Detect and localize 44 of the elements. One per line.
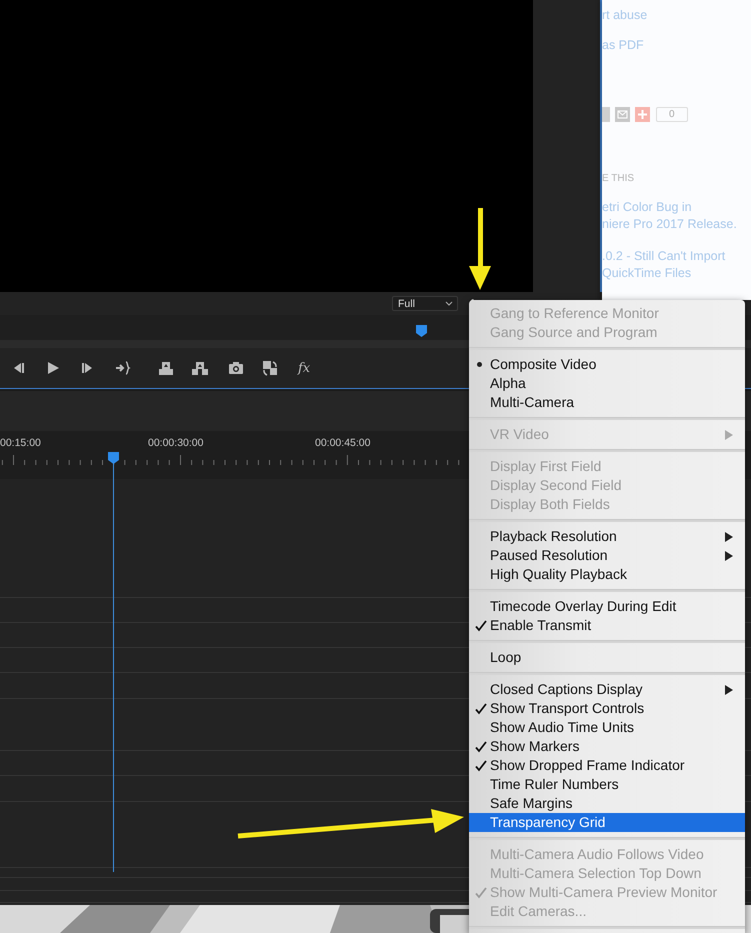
timecode-label: 00:00:30:00 <box>148 437 204 449</box>
extract-icon[interactable] <box>192 360 208 376</box>
menu-item[interactable]: Time Ruler Numbers <box>469 775 745 794</box>
menu-item[interactable]: Show Audio Time Units <box>469 718 745 737</box>
submenu-arrow-icon <box>725 685 733 695</box>
camera-icon[interactable] <box>228 360 244 376</box>
menu-item: Display Both Fields <box>489 495 611 514</box>
timecode-label: 00:00:45:00 <box>315 437 370 449</box>
lift-icon[interactable] <box>158 360 174 376</box>
menu-item: Display First Field <box>489 457 602 476</box>
menu-item[interactable]: Show Dropped Frame Indicator <box>469 756 745 775</box>
submenu-arrow-icon <box>725 430 733 440</box>
menu-item[interactable]: Paused Resolution <box>469 546 745 565</box>
playhead-marker[interactable] <box>416 325 427 337</box>
fx-button[interactable]: fx <box>298 360 310 376</box>
share-count: 0 <box>656 107 688 122</box>
menu-item[interactable]: Safe Margins <box>469 794 745 813</box>
compare-icon[interactable] <box>262 360 278 376</box>
menu-item[interactable]: Transparency Grid <box>469 813 745 832</box>
menu-item[interactable]: Show Transport Controls <box>469 699 745 718</box>
menu-item[interactable]: Playback Resolution <box>469 527 745 546</box>
menu-item: Gang to Reference Monitor <box>489 304 660 323</box>
menu-item: Display Second Field <box>489 476 623 495</box>
menu-item[interactable]: Timecode Overlay During Edit <box>469 597 745 616</box>
menu-item[interactable]: Enable Transmit <box>469 616 745 635</box>
go-to-out-icon[interactable] <box>115 360 131 376</box>
playhead[interactable] <box>107 452 120 872</box>
menu-item: Multi-Camera Audio Follows Video <box>489 845 705 864</box>
menu-item: Show Multi-Camera Preview Monitor <box>469 883 745 902</box>
menu-item[interactable]: Alpha <box>469 374 745 393</box>
menu-item[interactable]: Multi-Camera <box>469 393 745 412</box>
section-heading: E THIS <box>602 173 636 184</box>
play-icon[interactable] <box>45 360 61 376</box>
menu-item: Multi-Camera Selection Top Down <box>489 864 702 883</box>
menu-item: Gang Source and Program <box>489 323 658 342</box>
timecode-label: 00:15:00 <box>0 437 41 449</box>
menu-item[interactable]: Loop <box>469 648 745 667</box>
menu-item[interactable]: High Quality Playback <box>469 565 745 584</box>
resolution-dropdown[interactable]: Full <box>392 296 458 311</box>
menu-item: Edit Cameras... <box>489 902 588 921</box>
menu-item[interactable]: Closed Captions Display <box>469 680 745 699</box>
menu-item[interactable]: Composite Video <box>469 355 745 374</box>
menu-item[interactable]: Show Markers <box>469 737 745 756</box>
chevron-icon <box>445 301 453 306</box>
